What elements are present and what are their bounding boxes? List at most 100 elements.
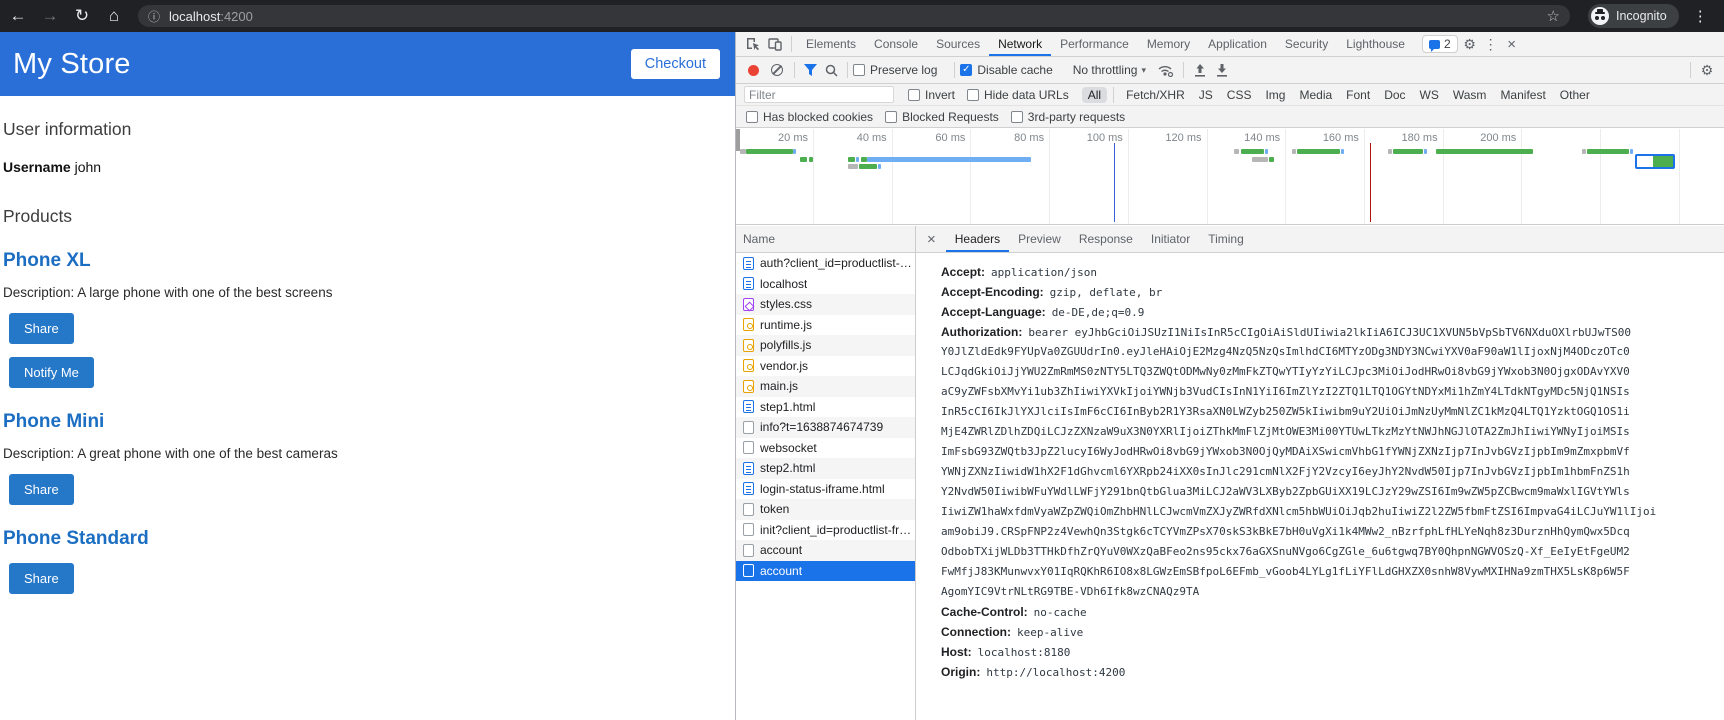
waterfall-bar (1630, 149, 1633, 154)
devtools-more-icon[interactable]: ⋮ (1482, 36, 1500, 53)
devtools-tab-console[interactable]: Console (865, 32, 927, 56)
share-button[interactable]: Share (9, 563, 74, 594)
request-row[interactable]: token (736, 499, 915, 520)
filter-type-media[interactable]: Media (1293, 87, 1338, 103)
request-row[interactable]: vendor.js (736, 356, 915, 377)
browser-menu-icon[interactable]: ⋮ (1693, 7, 1708, 25)
doc-resource-icon (743, 277, 754, 291)
filter-type-font[interactable]: Font (1340, 87, 1376, 103)
detail-tab-timing[interactable]: Timing (1199, 226, 1253, 252)
product-title-phone-mini[interactable]: Phone Mini (3, 411, 725, 433)
plain-resource-icon (743, 420, 754, 434)
forward-icon[interactable]: → (36, 2, 64, 30)
bookmark-star-icon[interactable]: ☆ (1547, 7, 1560, 25)
back-icon[interactable]: ← (4, 2, 32, 30)
request-row[interactable]: polyfills.js (736, 335, 915, 356)
request-row[interactable]: login-status-iframe.html (736, 479, 915, 500)
export-har-icon[interactable] (1211, 63, 1233, 77)
blocked-requests-label: Blocked Requests (902, 109, 999, 124)
filter-type-other[interactable]: Other (1554, 87, 1596, 103)
devtools-settings-icon[interactable]: ⚙ (1458, 36, 1482, 53)
header-entry-continuation: Y0JlZldEdk9FYUpVa0ZGUUdrIn0.eyJleHAiOjE2… (941, 345, 1630, 358)
ruler-tick-label: 200 ms (1480, 132, 1517, 144)
product-description: Description: A great phone with one of t… (3, 446, 338, 461)
checkout-button[interactable]: Checkout (630, 49, 720, 79)
issues-badge[interactable]: 2 (1421, 35, 1458, 53)
request-row[interactable]: main.js (736, 376, 915, 397)
request-row[interactable]: account (736, 540, 915, 561)
request-detail-tabs: × Headers Preview Response Initiator Timing (916, 226, 1724, 253)
filter-type-img[interactable]: Img (1259, 87, 1291, 103)
search-icon[interactable] (820, 64, 842, 77)
invert-checkbox[interactable] (908, 88, 920, 101)
devtools-close-icon[interactable]: × (1500, 36, 1524, 53)
request-row[interactable]: step2.html (736, 458, 915, 479)
filter-type-all[interactable]: All (1081, 86, 1108, 103)
filter-icon[interactable] (800, 64, 820, 76)
devtools-tab-network[interactable]: Network (989, 32, 1051, 56)
request-row[interactable]: styles.css (736, 294, 915, 315)
detail-tab-initiator[interactable]: Initiator (1142, 226, 1199, 252)
blocked-requests-checkbox[interactable] (885, 110, 898, 123)
domcontentloaded-event-line (1114, 143, 1115, 222)
filter-type-js[interactable]: JS (1193, 87, 1219, 103)
devtools-tab-application[interactable]: Application (1199, 32, 1276, 56)
ruler-tick-label: 100 ms (1086, 132, 1123, 144)
devtools-tab-lighthouse[interactable]: Lighthouse (1337, 32, 1414, 56)
network-conditions-icon[interactable] (1154, 64, 1178, 77)
waterfall-bar (878, 164, 881, 169)
request-row[interactable]: init?client_id=productlist-fro... (736, 520, 915, 541)
devtools-tab-elements[interactable]: Elements (797, 32, 865, 56)
filter-input[interactable] (744, 86, 894, 103)
filter-type-wasm[interactable]: Wasm (1447, 87, 1493, 103)
request-name: login-status-iframe.html (760, 481, 885, 496)
address-bar[interactable]: ⓘ localhost:4200 ☆ (138, 5, 1570, 27)
detail-tab-headers[interactable]: Headers (946, 226, 1009, 252)
preserve-log-checkbox[interactable] (853, 64, 865, 76)
throttling-dropdown[interactable]: No throttling ▾ (1073, 63, 1146, 77)
detail-tab-response[interactable]: Response (1070, 226, 1142, 252)
has-blocked-cookies-checkbox[interactable] (746, 110, 758, 123)
waterfall-bar (1297, 149, 1340, 154)
notify-me-button[interactable]: Notify Me (9, 357, 94, 388)
request-row[interactable]: localhost (736, 274, 915, 295)
hide-data-urls-checkbox[interactable] (967, 88, 980, 101)
reload-icon[interactable]: ↻ (68, 2, 96, 30)
disable-cache-checkbox[interactable]: ✓ (960, 64, 973, 76)
device-toolbar-icon[interactable] (764, 37, 786, 51)
detail-tab-preview[interactable]: Preview (1009, 226, 1070, 252)
import-har-icon[interactable] (1189, 63, 1211, 77)
devtools-tab-memory[interactable]: Memory (1138, 32, 1199, 56)
header-entry-continuation: IiwiZW1haWxfdmVyaWZpZWQiOmZhbHNlLCJwcmVm… (941, 505, 1657, 518)
filter-type-ws[interactable]: WS (1414, 87, 1445, 103)
clear-icon[interactable] (771, 64, 783, 76)
share-button[interactable]: Share (9, 474, 74, 505)
ruler-tick-label: 180 ms (1401, 132, 1438, 144)
inspect-element-icon[interactable] (742, 37, 764, 51)
network-settings-icon[interactable]: ⚙ (1696, 62, 1718, 79)
request-row[interactable]: info?t=1638874674739 (736, 417, 915, 438)
devtools-tab-security[interactable]: Security (1276, 32, 1337, 56)
request-table-name-header[interactable]: Name (736, 226, 915, 253)
filter-type-doc[interactable]: Doc (1378, 87, 1411, 103)
waterfall-bar (1252, 157, 1268, 162)
close-detail-icon[interactable]: × (916, 231, 946, 248)
filter-type-css[interactable]: CSS (1221, 87, 1258, 103)
request-row[interactable]: account (736, 560, 915, 581)
product-title-phone-standard[interactable]: Phone Standard (3, 528, 725, 550)
request-row[interactable]: step1.html (736, 397, 915, 418)
devtools-tab-performance[interactable]: Performance (1051, 32, 1138, 56)
record-icon[interactable] (748, 64, 759, 76)
filter-type-manifest[interactable]: Manifest (1494, 87, 1551, 103)
home-icon[interactable]: ⌂ (100, 2, 128, 30)
network-overview-waterfall[interactable]: 20 ms 40 ms 60 ms 80 ms 100 ms 120 ms 140 ms 16… (736, 129, 1724, 225)
product-title-phone-xl[interactable]: Phone XL (3, 250, 725, 272)
request-row[interactable]: auth?client_id=productlist-fr... (736, 253, 915, 274)
3rd-party-requests-checkbox[interactable] (1010, 110, 1023, 123)
devtools-tab-sources[interactable]: Sources (927, 32, 989, 56)
share-button[interactable]: Share (9, 313, 74, 344)
filter-type-fetch-xhr[interactable]: Fetch/XHR (1120, 87, 1191, 103)
request-row[interactable]: runtime.js (736, 315, 915, 336)
site-info-icon[interactable]: ⓘ (148, 8, 160, 25)
request-row[interactable]: websocket (736, 438, 915, 459)
